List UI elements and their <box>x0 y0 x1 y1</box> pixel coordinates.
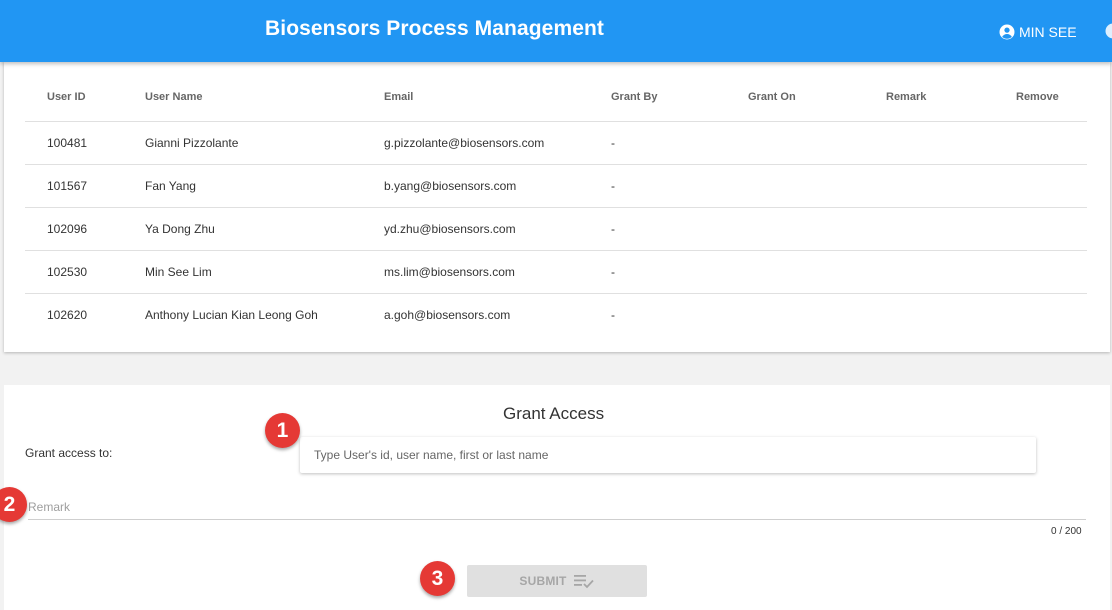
cell-remove <box>1016 121 1087 165</box>
cell-grant-by: - <box>611 121 748 165</box>
cell-user-id: 100481 <box>25 121 145 165</box>
grant-access-label: Grant access to: <box>25 446 113 460</box>
column-header-user-id[interactable]: User ID <box>25 74 145 122</box>
column-header-grant-on[interactable]: Grant On <box>748 74 886 122</box>
cell-user-name: Min See Lim <box>145 250 384 294</box>
table-row[interactable]: 102096 Ya Dong Zhu yd.zhu@biosensors.com… <box>25 207 1087 251</box>
cell-remark <box>886 250 1016 294</box>
cell-grant-by: - <box>611 307 615 322</box>
annotation-badge-1: 1 <box>265 413 300 448</box>
table-row[interactable]: 102620 Anthony Lucian Kian Leong Goh a.g… <box>25 293 1087 336</box>
playlist-check-icon <box>573 575 594 589</box>
cell-email: b.yang@biosensors.com <box>384 164 611 208</box>
cell-user-id: 102530 <box>25 250 145 294</box>
user-menu[interactable]: MIN SEE <box>998 23 1077 41</box>
cell-remove <box>1016 164 1087 208</box>
column-header-remark[interactable]: Remark <box>886 74 1016 122</box>
app-bar: Biosensors Process Management MIN SEE <box>0 0 1112 62</box>
cell-email: ms.lim@biosensors.com <box>384 250 611 294</box>
cell-user-id: 102620 <box>47 307 88 322</box>
cell-remove <box>1016 207 1087 251</box>
submit-button[interactable]: SUBMIT <box>467 565 647 597</box>
table-row[interactable]: 101567 Fan Yang b.yang@biosensors.com - <box>25 164 1087 208</box>
cell-grant-on <box>748 207 886 251</box>
cell-grant-by: - <box>611 250 748 294</box>
grant-access-card: Grant Access Grant access to: 0 / 200 SU… <box>4 385 1110 610</box>
cell-grant-on <box>748 293 886 336</box>
column-header-grant-by[interactable]: Grant By <box>611 74 748 122</box>
cell-email: g.pizzolante@biosensors.com <box>384 121 611 165</box>
access-table-card: User ID User Name Email Grant By Grant O… <box>4 62 1110 352</box>
cell-remark <box>886 121 1016 165</box>
remark-char-counter: 0 / 200 <box>1051 526 1082 537</box>
column-header-user-name[interactable]: User Name <box>145 74 384 122</box>
table-row[interactable]: 102530 Min See Lim ms.lim@biosensors.com… <box>25 250 1087 294</box>
cell-email: yd.zhu@biosensors.com <box>384 207 611 251</box>
cell-grant-on <box>748 164 886 208</box>
column-header-remove: Remove <box>1016 74 1087 122</box>
cell-remove <box>1016 250 1087 294</box>
cell-grant-on <box>748 121 886 165</box>
cell-user-name: Fan Yang <box>145 164 384 208</box>
annotation-badge-3: 3 <box>420 561 455 596</box>
globe-icon[interactable] <box>1104 22 1112 40</box>
cell-user-name: Gianni Pizzolante <box>145 121 384 165</box>
cell-grant-on <box>748 250 886 294</box>
cell-user-name: Ya Dong Zhu <box>145 207 384 251</box>
cell-user-name: Anthony Lucian Kian Leong Goh <box>145 307 318 322</box>
cell-email: a.goh@biosensors.com <box>384 307 511 322</box>
cell-user-id: 102096 <box>25 207 145 251</box>
user-name: MIN SEE <box>1019 24 1077 40</box>
cell-remark <box>886 207 1016 251</box>
account-circle-icon <box>999 24 1015 40</box>
access-table: User ID User Name Email Grant By Grant O… <box>25 74 1087 336</box>
app-title: Biosensors Process Management <box>265 17 605 40</box>
grant-access-title: Grant Access <box>503 404 605 423</box>
grant-user-search-input[interactable] <box>300 437 1036 473</box>
table-row[interactable]: 100481 Gianni Pizzolante g.pizzolante@bi… <box>25 121 1087 165</box>
column-header-email[interactable]: Email <box>384 74 611 122</box>
cell-grant-by: - <box>611 207 748 251</box>
cell-remark <box>886 164 1016 208</box>
cell-remove <box>1016 293 1087 336</box>
remark-field[interactable] <box>28 495 1086 520</box>
cell-user-id: 101567 <box>25 164 145 208</box>
table-header-row: User ID User Name Email Grant By Grant O… <box>25 74 1087 122</box>
cell-remark <box>886 293 1016 336</box>
cell-grant-by: - <box>611 164 748 208</box>
submit-button-label: SUBMIT <box>519 574 567 588</box>
